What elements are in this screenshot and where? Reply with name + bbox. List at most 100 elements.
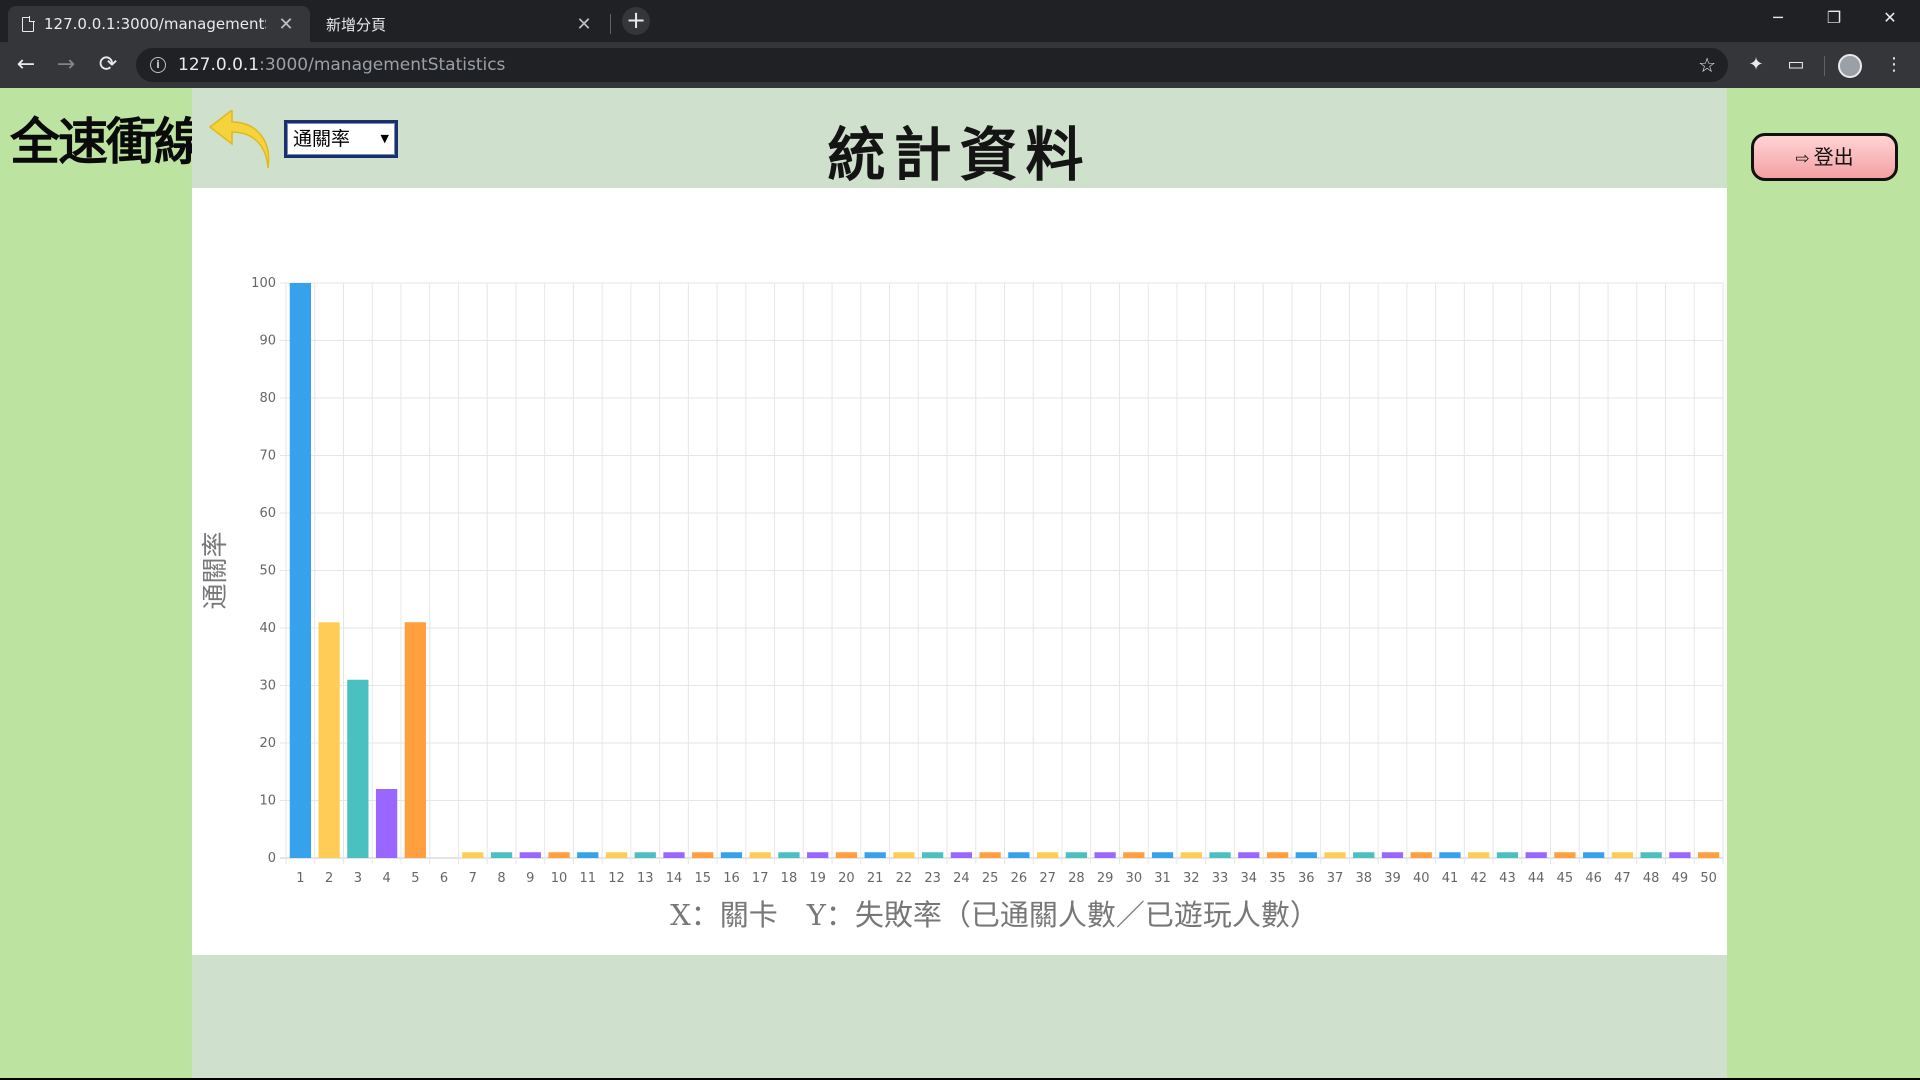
x-tick-label: 22 bbox=[896, 871, 913, 886]
page-title: 統計資料 bbox=[827, 121, 1092, 189]
x-tick-label: 37 bbox=[1327, 871, 1344, 886]
bookmark-star-icon[interactable]: ☆ bbox=[1698, 48, 1716, 82]
x-tick-label: 25 bbox=[982, 871, 999, 886]
address-bar[interactable]: i 127.0.0.1:3000/managementStatistics ☆ bbox=[136, 48, 1728, 82]
bar-level-40 bbox=[1410, 852, 1432, 858]
bar-level-17 bbox=[749, 852, 771, 858]
bar-level-1 bbox=[289, 283, 312, 858]
extensions-icon[interactable]: ✦ bbox=[1740, 49, 1772, 81]
y-tick-label: 100 bbox=[251, 276, 276, 291]
x-tick-label: 21 bbox=[867, 871, 884, 886]
bar-level-22 bbox=[893, 852, 915, 858]
close-tab-icon[interactable]: ✕ bbox=[574, 14, 594, 35]
minimize-button[interactable]: ─ bbox=[1750, 0, 1806, 36]
x-tick-label: 5 bbox=[411, 871, 419, 886]
cast-icon[interactable]: ▭ bbox=[1780, 49, 1812, 81]
chart-container: 0 10 20 30 40 50 60 70 80 90 100 1 2 3 4 5 6 7 8 9 10 11 12 13 1… bbox=[192, 188, 1727, 955]
bar-level-49 bbox=[1669, 852, 1691, 858]
bar-level-38 bbox=[1353, 852, 1375, 858]
reload-button[interactable]: ⟳ bbox=[92, 49, 124, 81]
bar-level-8 bbox=[490, 852, 513, 858]
x-tick-label: 28 bbox=[1068, 871, 1085, 886]
bar-level-12 bbox=[605, 852, 628, 858]
bar-level-7 bbox=[462, 852, 484, 858]
x-tick-label: 33 bbox=[1212, 871, 1229, 886]
bar-level-32 bbox=[1180, 852, 1202, 858]
bar-level-3 bbox=[347, 679, 369, 858]
y-tick-label: 20 bbox=[259, 736, 276, 751]
x-tick-label: 30 bbox=[1126, 871, 1143, 886]
close-tab-icon[interactable]: ✕ bbox=[276, 14, 296, 35]
browser-toolbar: ← → ⟳ i 127.0.0.1:3000/managementStatist… bbox=[0, 42, 1920, 88]
profile-avatar[interactable] bbox=[1838, 54, 1862, 78]
bar-level-21 bbox=[864, 852, 886, 858]
bar-level-34 bbox=[1238, 852, 1260, 858]
menu-icon[interactable]: ⋮ bbox=[1878, 49, 1910, 81]
tab-divider bbox=[610, 14, 611, 34]
x-tick-label: 47 bbox=[1614, 871, 1631, 886]
x-tick-label: 13 bbox=[637, 871, 654, 886]
x-tick-label: 4 bbox=[382, 871, 390, 886]
close-window-button[interactable]: ✕ bbox=[1862, 0, 1918, 36]
x-tick-label: 40 bbox=[1413, 871, 1430, 886]
bar-level-23 bbox=[922, 852, 944, 858]
x-tick-label: 45 bbox=[1557, 871, 1574, 886]
x-tick-label: 29 bbox=[1097, 871, 1114, 886]
x-tick-label: 16 bbox=[723, 871, 740, 886]
tab-management-statistics[interactable]: 127.0.0.1:3000/managementSt ✕ bbox=[8, 6, 310, 42]
bar-level-33 bbox=[1209, 852, 1231, 858]
y-tick-label: 60 bbox=[259, 506, 276, 521]
logout-button[interactable]: ⇨ 登出 bbox=[1751, 133, 1898, 181]
y-tick-label: 70 bbox=[259, 449, 276, 464]
bar-level-46 bbox=[1583, 852, 1605, 858]
bar-level-15 bbox=[692, 852, 714, 858]
back-button[interactable]: ← bbox=[10, 49, 42, 81]
bar-level-42 bbox=[1468, 852, 1490, 858]
bar-level-29 bbox=[1094, 852, 1116, 858]
y-tick-label: 0 bbox=[268, 851, 276, 866]
bar-level-24 bbox=[950, 852, 973, 858]
restore-button[interactable]: ❐ bbox=[1806, 0, 1862, 36]
y-tick-label: 10 bbox=[259, 794, 276, 809]
bar-level-10 bbox=[548, 852, 570, 858]
x-axis-label: X：關卡 Y：失敗率（已通關人數／已遊玩人數） bbox=[670, 898, 1319, 932]
bar-level-26 bbox=[1008, 852, 1030, 858]
tab-title: 新增分頁 bbox=[326, 15, 387, 34]
bar-level-5 bbox=[404, 622, 426, 858]
bar-level-39 bbox=[1381, 852, 1404, 858]
x-tick-label: 27 bbox=[1039, 871, 1056, 886]
bar-level-48 bbox=[1640, 852, 1662, 858]
bar-level-4 bbox=[375, 789, 398, 858]
tab-new-tab[interactable]: 新增分頁 ✕ bbox=[312, 6, 608, 42]
x-tick-label: 32 bbox=[1183, 871, 1200, 886]
x-tick-label: 50 bbox=[1700, 871, 1717, 886]
x-tick-label: 20 bbox=[838, 871, 855, 886]
x-tick-label: 19 bbox=[809, 871, 826, 886]
x-tick-label: 23 bbox=[924, 871, 941, 886]
x-tick-label: 43 bbox=[1499, 871, 1516, 886]
x-tick-label: 11 bbox=[579, 871, 596, 886]
bar-level-37 bbox=[1324, 852, 1346, 858]
forward-button[interactable]: → bbox=[50, 49, 82, 81]
bar-level-14 bbox=[663, 852, 685, 858]
app-logo[interactable]: 全速衝線 bbox=[10, 102, 204, 174]
bar-level-43 bbox=[1496, 852, 1519, 858]
tab-title: 127.0.0.1:3000/managementSt bbox=[44, 15, 266, 33]
site-info-icon[interactable]: i bbox=[150, 57, 166, 73]
x-tick-label: 1 bbox=[296, 871, 304, 886]
bar-level-19 bbox=[807, 852, 829, 858]
bar-level-41 bbox=[1439, 852, 1461, 858]
x-tick-label: 8 bbox=[497, 871, 505, 886]
bar-level-16 bbox=[720, 852, 743, 858]
x-tick-label: 31 bbox=[1154, 871, 1171, 886]
x-tick-label: 34 bbox=[1241, 871, 1258, 886]
y-tick-label: 90 bbox=[259, 334, 276, 349]
y-tick-label: 80 bbox=[259, 391, 276, 406]
new-tab-button[interactable]: + bbox=[622, 7, 650, 35]
url-path: :3000/managementStatistics bbox=[259, 55, 506, 75]
x-tick-label: 2 bbox=[325, 871, 333, 886]
x-tick-label: 9 bbox=[526, 871, 534, 886]
logout-label: 登出 bbox=[1813, 145, 1854, 169]
bar-level-45 bbox=[1554, 852, 1576, 858]
x-tick-label: 15 bbox=[694, 871, 711, 886]
